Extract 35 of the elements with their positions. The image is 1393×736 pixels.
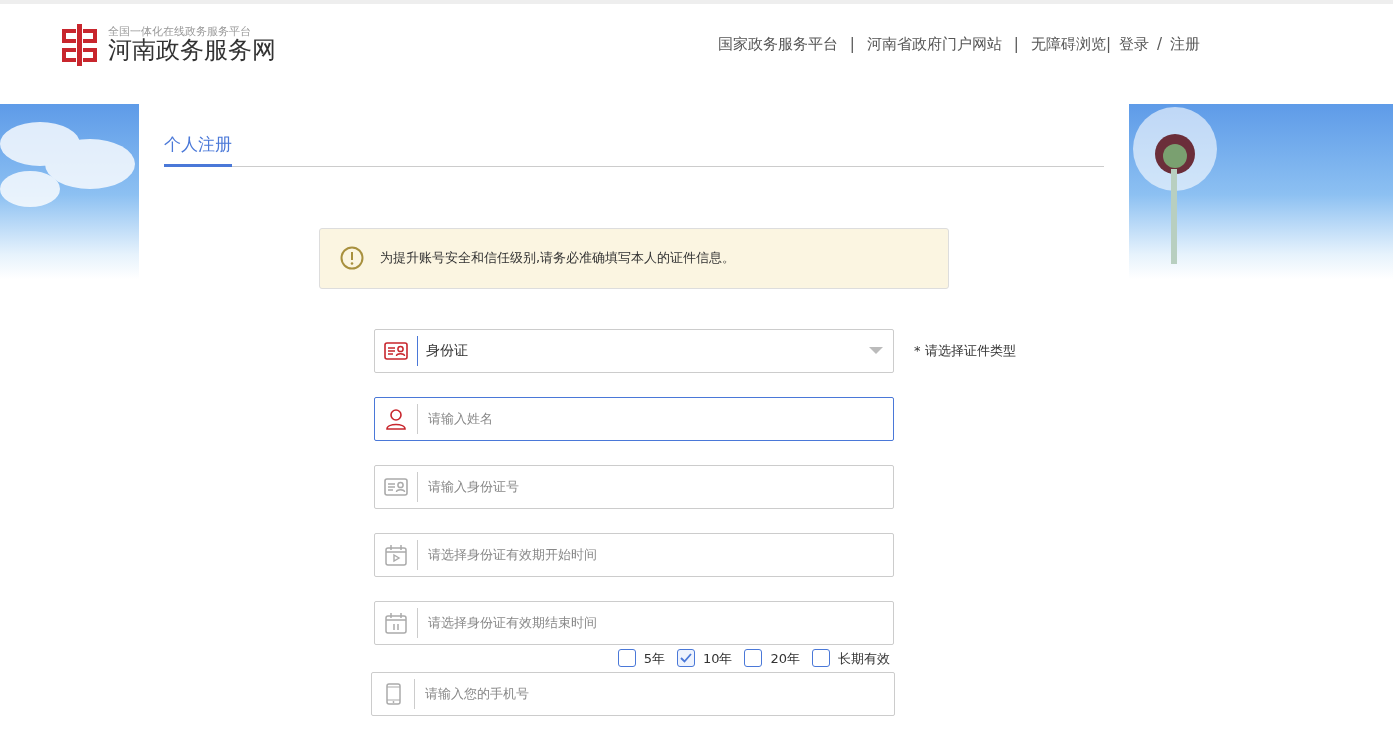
checkbox-label: 20年	[770, 649, 800, 668]
logo-subtitle: 全国一体化在线政务服务平台	[108, 25, 252, 37]
id-type-select[interactable]: 身份证	[374, 328, 894, 373]
input-text[interactable]: 请输入身份证号	[426, 475, 893, 498]
nav-separator: |	[849, 34, 855, 56]
nav-link[interactable]: 无障碍浏览|	[1030, 33, 1111, 56]
input-field[interactable]: 请输入您的手机号	[371, 672, 895, 716]
nav-link[interactable]: 河南省政府门户网站	[866, 33, 1002, 56]
checkbox[interactable]	[812, 649, 830, 668]
checkbox[interactable]	[676, 649, 695, 668]
logo-icon	[60, 23, 100, 66]
input-field[interactable]: 请输入姓名	[374, 396, 894, 441]
nav-link[interactable]: 登录	[1118, 33, 1149, 56]
input-field[interactable]: 请输入身份证号	[374, 464, 894, 509]
input-text[interactable]: 请选择身份证有效期开始时间	[426, 543, 893, 566]
checkbox[interactable]	[744, 649, 763, 668]
input-text[interactable]: 请输入姓名	[426, 407, 893, 430]
registration-tab[interactable]: 个人注册	[164, 132, 232, 167]
nav-slash: /	[1156, 34, 1162, 56]
nav-separator: |	[1013, 34, 1019, 56]
field-hint: * 请选择证件类型	[914, 341, 1016, 360]
nav-link[interactable]: 国家政务服务平台	[717, 33, 838, 56]
input-field[interactable]: 请选择身份证有效期开始时间	[374, 532, 894, 577]
logo-title: 河南政务服务网	[108, 36, 276, 64]
checkbox[interactable]	[617, 649, 636, 668]
input-text[interactable]: 请选择身份证有效期结束时间	[426, 611, 893, 634]
input-field[interactable]: 请选择身份证有效期结束时间	[374, 600, 894, 645]
checkbox-label: 5年	[643, 649, 665, 668]
caret-icon	[869, 346, 883, 355]
checkbox-label: 10年	[702, 649, 733, 668]
input-text[interactable]: 请输入您的手机号	[423, 683, 894, 705]
warning-icon	[340, 246, 364, 270]
notice-text: 为提升账号安全和信任级别,请务必准确填写本人的证件信息。	[380, 249, 736, 268]
checkbox-label: 长期有效	[838, 649, 890, 668]
nav-link[interactable]: 注册	[1170, 33, 1200, 56]
